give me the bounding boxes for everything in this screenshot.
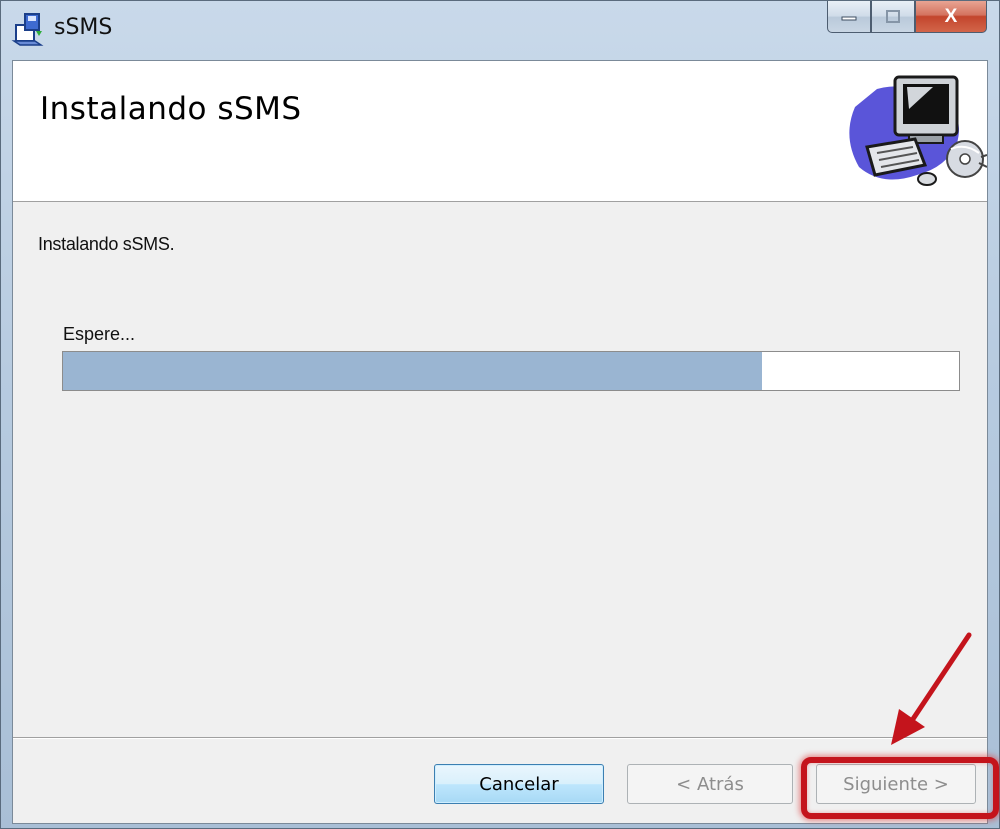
minimize-icon: [841, 16, 857, 20]
maximize-button[interactable]: [871, 1, 915, 33]
progress-bar-fill: [63, 352, 762, 390]
back-button-label: < Atrás: [676, 773, 744, 795]
status-text: Instalando sSMS.: [38, 234, 175, 254]
page-title: Instalando sSMS: [40, 91, 302, 127]
dialog-client-area: Instalando sSMS Instalando sSMS. Espere.…: [12, 60, 988, 824]
cancel-button[interactable]: Cancelar: [434, 764, 604, 804]
back-button[interactable]: < Atrás: [627, 764, 793, 804]
cancel-button-label: Cancelar: [479, 773, 559, 795]
window-controls: X: [827, 1, 987, 37]
maximize-icon: [886, 9, 900, 23]
close-button[interactable]: X: [915, 1, 987, 33]
annotation-highlight-box: [801, 757, 999, 819]
annotation-arrow-icon: [891, 632, 972, 745]
progress-bar: [62, 351, 960, 391]
header-banner: Instalando sSMS: [13, 61, 987, 202]
close-icon: X: [944, 5, 958, 27]
computer-setup-icon: [849, 75, 987, 186]
installer-package-icon: [11, 13, 44, 46]
installer-window: sSMS X Instalando sSMS Instalando sSMS. …: [0, 0, 1000, 829]
window-title: sSMS: [54, 15, 113, 40]
minimize-button[interactable]: [827, 1, 871, 33]
title-bar[interactable]: sSMS X: [1, 1, 999, 59]
progress-label: Espere...: [63, 324, 136, 344]
footer-divider: [13, 737, 987, 739]
